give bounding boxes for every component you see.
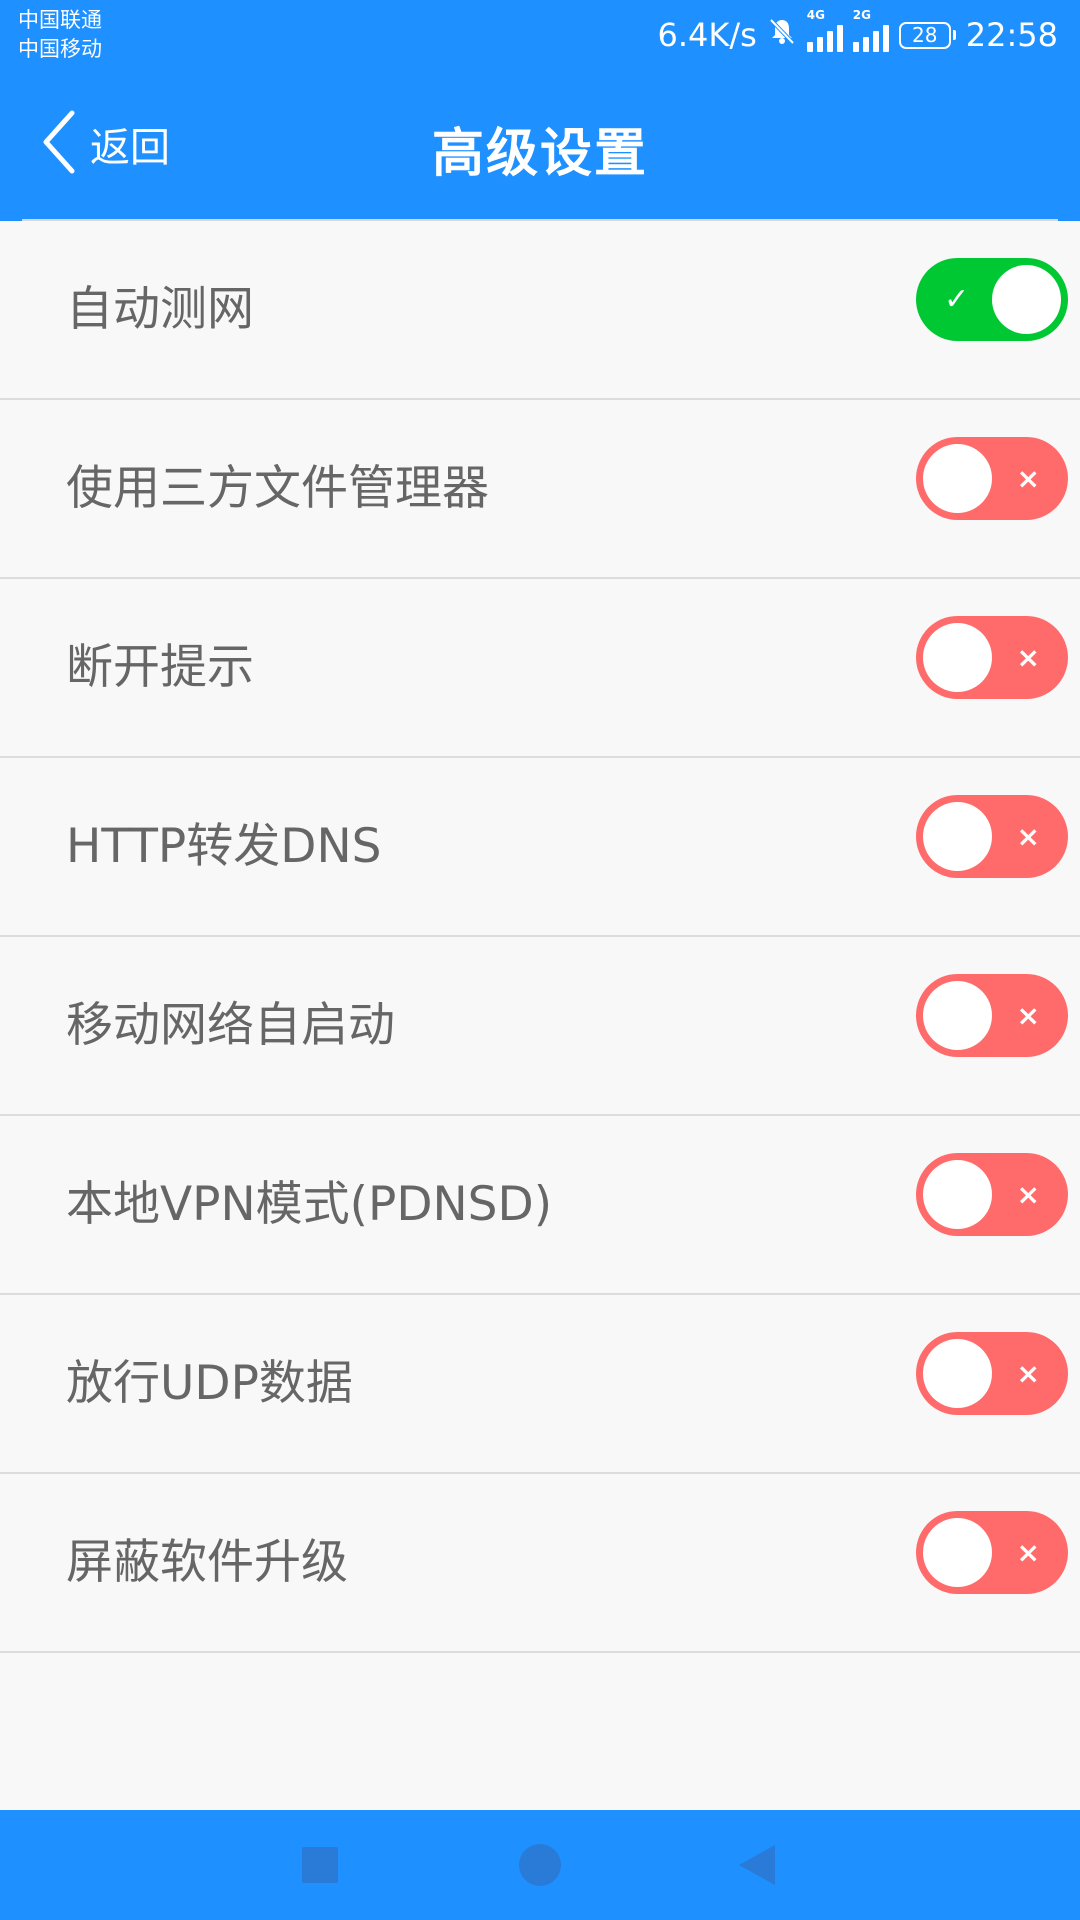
toggle-knob [923,1160,992,1229]
mute-bell-icon [767,16,797,54]
settings-row: 放行UDP数据 × [0,1295,1080,1474]
settings-row: 断开提示 × [0,579,1080,758]
toggle-switch[interactable]: × [916,616,1068,699]
close-icon: × [1016,1178,1040,1211]
settings-row: 屏蔽软件升级 × [0,1474,1080,1653]
setting-label: 移动网络自启动 [66,998,395,1053]
close-icon: × [1016,999,1040,1032]
setting-label: 屏蔽软件升级 [66,1535,348,1590]
toggle-switch[interactable]: × [916,437,1068,520]
setting-label: 本地VPN模式(PDNSD) [66,1177,553,1232]
settings-row: 本地VPN模式(PDNSD) × [0,1116,1080,1295]
status-bar: 中国联通 中国移动 6.4K/s 4G 2G 28 22:58 [0,0,1080,71]
toggle-switch[interactable]: × [916,1511,1068,1594]
setting-label: 放行UDP数据 [66,1356,353,1411]
toggle-switch[interactable]: × [916,795,1068,878]
status-indicators: 6.4K/s 4G 2G 28 22:58 [657,8,1058,58]
toggle-switch[interactable]: × [916,1153,1068,1236]
setting-label: 断开提示 [66,640,254,695]
home-circle-icon[interactable] [510,1835,570,1895]
close-icon: × [1016,641,1040,674]
settings-row: 自动测网 ✓ [0,221,1080,400]
setting-label: 使用三方文件管理器 [66,461,489,516]
close-icon: × [1016,1357,1040,1390]
settings-list: 自动测网 ✓ 使用三方文件管理器 × 断开提示 × HTTP转发DNS × 移动网络自启动 × 本地… [0,221,1080,1653]
close-icon: × [1016,1536,1040,1569]
battery-level: 28 [898,21,951,49]
close-icon: × [1016,462,1040,495]
toggle-switch[interactable]: × [916,974,1068,1057]
toggle-knob [923,1339,992,1408]
page-title: 高级设置 [431,124,648,184]
screen: 中国联通 中国移动 6.4K/s 4G 2G 28 22:58 返回 高级设置 … [0,0,1080,1920]
toggle-knob [923,623,992,692]
toggle-switch[interactable]: ✓ [916,258,1068,341]
toggle-knob [923,1518,992,1587]
carrier-2: 中国移动 [18,37,102,61]
signal-icon: 2G [852,8,889,52]
signal-type-1: 4G [806,8,825,22]
navigation-bar [0,1810,1080,1920]
check-icon: ✓ [944,282,970,317]
setting-label: HTTP转发DNS [66,819,382,874]
settings-row: HTTP转发DNS × [0,758,1080,937]
toggle-knob [923,802,992,871]
toggle-switch[interactable]: × [916,1332,1068,1415]
toggle-knob [923,981,992,1050]
battery-icon: 28 [898,21,956,49]
settings-row: 使用三方文件管理器 × [0,400,1080,579]
back-triangle-icon[interactable] [728,1835,788,1895]
setting-label: 自动测网 [66,282,254,337]
recents-square-icon[interactable] [290,1835,350,1895]
signal-icon: 4G [806,8,843,52]
clock: 22:58 [965,16,1058,54]
carrier-info: 中国联通 中国移动 [18,6,102,64]
toggle-knob [992,265,1061,334]
close-icon: × [1016,820,1040,853]
toggle-knob [923,444,992,513]
carrier-1: 中国联通 [18,8,102,32]
settings-row: 移动网络自启动 × [0,937,1080,1116]
network-speed: 6.4K/s [657,16,757,54]
signal-type-2: 2G [852,8,871,22]
title-bar: 返回 高级设置 [0,71,1080,221]
